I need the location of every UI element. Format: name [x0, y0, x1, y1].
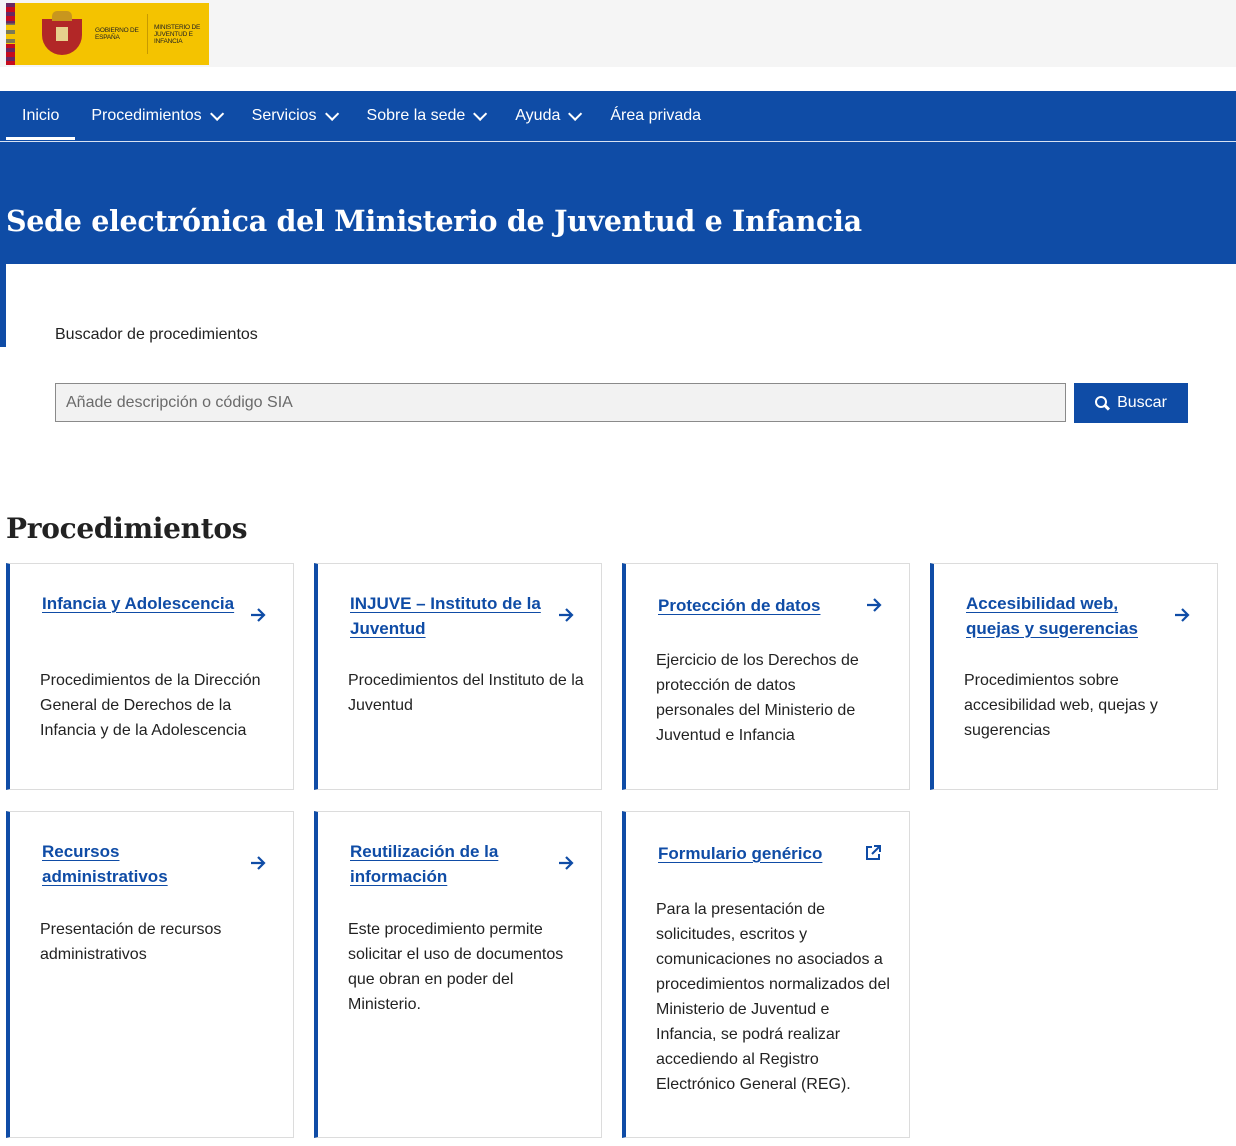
card-title-link[interactable]: Infancia y Adolescencia [42, 592, 242, 617]
main-nav: Inicio Procedimientos Servicios Sobre la… [0, 91, 1236, 142]
nav-item-label: Área privada [610, 107, 702, 124]
card-description: Procedimientos sobre accesibilidad web, … [964, 672, 1158, 739]
procedure-card-infancia[interactable]: Infancia y Adolescencia Procedimientos d… [6, 563, 294, 790]
nav-item-label: Inicio [22, 107, 60, 124]
arrow-right-icon[interactable] [248, 605, 268, 625]
nav-item-label: Procedimientos [91, 107, 202, 124]
search-icon [1095, 396, 1109, 410]
card-title-link[interactable]: INJUVE – Instituto de la Juventud [350, 592, 550, 641]
search-button[interactable]: Buscar [1074, 383, 1188, 423]
chevron-down-icon [324, 106, 339, 121]
section-title-procedimientos: Procedimientos [6, 512, 248, 545]
procedure-card-accesibilidad[interactable]: Accesibilidad web, quejas y sugerencias … [930, 563, 1218, 790]
page-title: Sede electrónica del Ministerio de Juven… [6, 204, 862, 238]
chevron-down-icon [209, 106, 224, 121]
card-title-link[interactable]: Reutilización de la información [350, 840, 550, 889]
nav-item-area-privada[interactable]: Área privada [594, 91, 717, 141]
nav-item-servicios[interactable]: Servicios [236, 91, 351, 141]
chevron-down-icon [473, 106, 488, 121]
arrow-right-icon[interactable] [556, 605, 576, 625]
external-link-icon[interactable] [864, 844, 884, 864]
procedure-card-reutilizacion[interactable]: Reutilización de la información Este pro… [314, 811, 602, 1138]
nav-item-inicio[interactable]: Inicio [6, 91, 76, 141]
card-description: Procedimientos del Instituto de la Juven… [348, 672, 584, 714]
procedure-card-proteccion-datos[interactable]: Protección de datos Ejercicio de los Der… [622, 563, 910, 790]
coat-of-arms-icon [39, 9, 85, 59]
search-input[interactable] [55, 383, 1066, 422]
procedure-card-injuve[interactable]: INJUVE – Instituto de la Juventud Proced… [314, 563, 602, 790]
hero-accent-bar [0, 264, 6, 347]
card-description: Para la presentación de solicitudes, esc… [656, 901, 890, 1093]
nav-item-label: Servicios [251, 107, 317, 124]
nav-item-procedimientos[interactable]: Procedimientos [75, 91, 235, 141]
card-description: Procedimientos de la Dirección General d… [40, 672, 261, 739]
nav-item-ayuda[interactable]: Ayuda [499, 91, 594, 141]
card-title-link[interactable]: Protección de datos [658, 594, 858, 619]
nav-item-label: Sobre la sede [366, 107, 466, 124]
search-button-label: Buscar [1117, 394, 1167, 411]
procedure-card-formulario-generico[interactable]: Formulario genérico Para la presentación… [622, 811, 910, 1138]
logo-text-ministry: MINISTERIO DE JUVENTUD E INFANCIA [154, 23, 201, 45]
nav-item-label: Ayuda [515, 107, 561, 124]
card-description: Ejercicio de los Derechos de protección … [656, 652, 859, 744]
card-title-link[interactable]: Recursos administrativos [42, 840, 242, 889]
hero-banner: Sede electrónica del Ministerio de Juven… [0, 142, 1236, 264]
procedure-card-recursos[interactable]: Recursos administrativos Presentación de… [6, 811, 294, 1138]
arrow-right-icon[interactable] [864, 595, 884, 615]
arrow-right-icon[interactable] [248, 853, 268, 873]
government-logo[interactable]: GOBIERNO DE ESPAÑA MINISTERIO DE JUVENTU… [6, 3, 209, 65]
eu-flag-icon [6, 3, 15, 65]
arrow-right-icon[interactable] [1172, 605, 1192, 625]
arrow-right-icon[interactable] [556, 853, 576, 873]
logo-divider [147, 14, 148, 54]
card-title-link[interactable]: Formulario genérico [658, 842, 858, 867]
site-header: GOBIERNO DE ESPAÑA MINISTERIO DE JUVENTU… [0, 0, 1236, 67]
card-description: Presentación de recursos administrativos [40, 921, 222, 963]
search-label: Buscador de procedimientos [55, 326, 258, 343]
nav-item-sobre-la-sede[interactable]: Sobre la sede [351, 91, 500, 141]
chevron-down-icon [568, 106, 583, 121]
card-description: Este procedimiento permite solicitar el … [348, 921, 564, 1013]
logo-text-government: GOBIERNO DE ESPAÑA [95, 27, 139, 41]
card-title-link[interactable]: Accesibilidad web, quejas y sugerencias [966, 592, 1166, 641]
